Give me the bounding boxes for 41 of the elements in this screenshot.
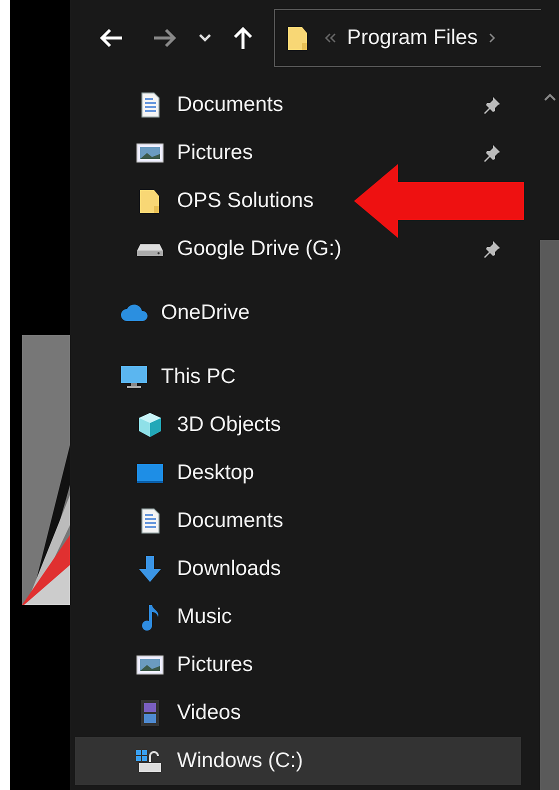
back-arrow-icon[interactable]: [98, 26, 124, 48]
nav-item-label: Downloads: [177, 556, 281, 582]
nav-item-label: Documents: [177, 508, 284, 534]
nav-item-label: Windows (C:): [177, 748, 304, 774]
pin-icon[interactable]: [483, 144, 501, 162]
nav-item[interactable]: Pictures: [75, 641, 521, 689]
nav-item[interactable]: Pictures: [130, 129, 257, 177]
double-chevron-icon[interactable]: [323, 32, 337, 44]
nav-item-label: Pictures: [177, 140, 253, 166]
nav-item-label: 3D Objects: [177, 412, 281, 438]
nav-item[interactable]: Google Drive (G:): [130, 225, 346, 273]
nav-item-label: Desktop: [177, 460, 254, 486]
nav-item-label: OneDrive: [161, 300, 250, 326]
address-bar[interactable]: Program Files: [274, 8, 541, 66]
nav-item[interactable]: 3D Objects: [75, 401, 521, 449]
nav-item[interactable]: Documents: [75, 497, 521, 545]
nav-item[interactable]: OPS Solutions: [130, 177, 318, 225]
drive-icon: [135, 242, 165, 256]
chevron-right-icon[interactable]: [488, 32, 496, 44]
nav-item-label: Pictures: [177, 652, 253, 678]
pin-icon[interactable]: [483, 240, 501, 258]
forward-arrow-icon[interactable]: [152, 26, 178, 48]
nav-item-label: OPS Solutions: [177, 188, 314, 214]
nav-item[interactable]: This PC: [75, 353, 521, 401]
nav-item[interactable]: Downloads: [75, 545, 521, 593]
nav-item[interactable]: OneDrive: [75, 289, 521, 337]
chevron-down-icon[interactable]: [198, 32, 212, 42]
nav-item-label: This PC: [161, 364, 236, 390]
nav-item[interactable]: Windows (C:): [75, 737, 521, 785]
breadcrumb[interactable]: Program Files: [347, 22, 478, 54]
up-arrow-icon[interactable]: [232, 24, 254, 50]
nav-item[interactable]: Documents: [130, 81, 288, 129]
nav-item[interactable]: Music: [75, 593, 521, 641]
scroll-up-icon[interactable]: [542, 92, 556, 102]
nav-item-label: Music: [177, 604, 232, 630]
nav-item-label: Google Drive (G:): [177, 236, 342, 262]
nav-item[interactable]: Videos: [75, 689, 521, 737]
nav-item-label: Videos: [177, 700, 241, 726]
nav-item-label: Documents: [177, 92, 284, 118]
nav-item[interactable]: Desktop: [75, 449, 521, 497]
pin-icon[interactable]: [483, 96, 501, 114]
